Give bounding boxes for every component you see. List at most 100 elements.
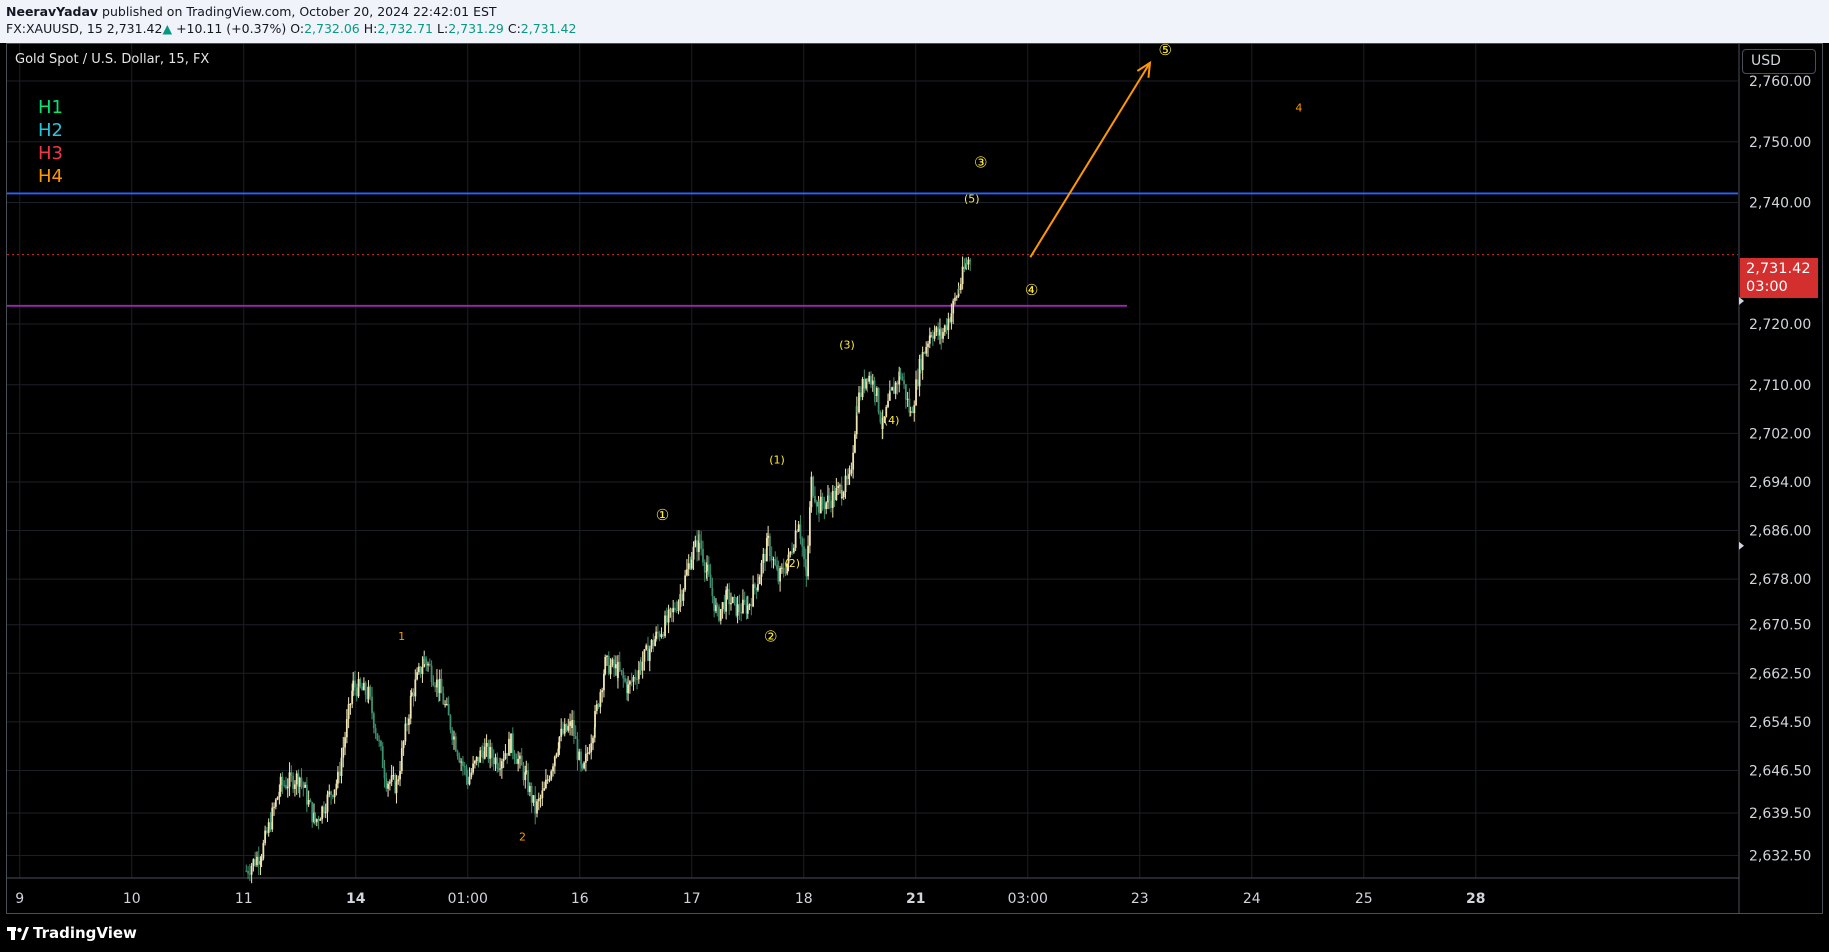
- candle-body: [746, 605, 749, 614]
- wave-label: (4): [884, 414, 900, 427]
- candle-body: [510, 733, 512, 753]
- wave-label: 4: [1295, 101, 1302, 114]
- candle-body: [808, 507, 811, 546]
- price-axis-label: 2,632.50: [1749, 849, 1811, 865]
- candle-body: [709, 574, 712, 588]
- candle-body: [609, 665, 612, 675]
- candle-body: [479, 750, 482, 763]
- candle-body: [460, 761, 463, 763]
- candle-body: [390, 775, 393, 782]
- candle-body: [930, 335, 932, 337]
- candle-body: [317, 819, 320, 821]
- candle-body: [527, 770, 529, 792]
- candle-body: [622, 671, 625, 679]
- candle-body: [489, 747, 492, 759]
- tradingview-logo[interactable]: TradingView: [7, 924, 137, 942]
- candle-body: [404, 723, 407, 742]
- candle-body: [444, 704, 446, 706]
- price-chart[interactable]: 1 2 ① ② (1) (2) (3) (4) (5) ③ ④ ⑤ 4 2,760.00 2,750.00 2…: [0, 0, 1829, 914]
- candle-body: [776, 565, 778, 570]
- candle-body: [769, 535, 771, 557]
- candle-body: [590, 743, 593, 753]
- candle-body: [852, 452, 855, 470]
- candle-body: [629, 681, 631, 685]
- candle-body: [438, 678, 441, 693]
- candle-body: [873, 380, 876, 395]
- candle-body: [335, 783, 338, 790]
- candle-body: [552, 766, 554, 772]
- candle-body: [430, 665, 433, 683]
- candle-body: [721, 602, 724, 610]
- legend-h2[interactable]: H2: [38, 119, 63, 142]
- candle-body: [696, 540, 699, 552]
- wave-label: (1): [769, 454, 785, 467]
- candle-body: [906, 398, 909, 400]
- candle-body: [899, 371, 902, 377]
- candle-body: [454, 736, 457, 752]
- wave-label: 2: [519, 830, 526, 843]
- candle-body: [807, 545, 809, 577]
- candle-body: [416, 672, 418, 680]
- candle-body: [784, 572, 787, 574]
- candle-body: [583, 762, 585, 769]
- candle-body: [294, 784, 296, 789]
- candle-body: [887, 400, 889, 407]
- candle-body: [349, 703, 352, 705]
- candle-body: [662, 634, 665, 637]
- candle-body: [770, 556, 773, 561]
- candle-body: [875, 387, 878, 396]
- candle-body: [758, 576, 761, 585]
- candle-body: [915, 379, 917, 406]
- candle-body: [367, 686, 370, 700]
- time-axis-label: 23: [1131, 891, 1149, 907]
- candle-body: [262, 842, 265, 859]
- candle-body: [355, 687, 358, 697]
- candle-body: [453, 736, 455, 740]
- time-axis-label: 16: [571, 891, 589, 907]
- candle-body: [408, 718, 410, 726]
- candle-body: [874, 394, 876, 396]
- candle-body: [828, 495, 831, 501]
- candle-body: [271, 807, 274, 830]
- candle-body: [473, 760, 476, 764]
- candle-body: [319, 819, 322, 821]
- candle-body: [525, 770, 528, 773]
- candle-body: [750, 604, 753, 607]
- candle-body: [891, 387, 894, 391]
- candle-body: [641, 661, 644, 671]
- candle-body: [940, 329, 943, 339]
- legend-h4[interactable]: H4: [38, 165, 63, 188]
- candle-body: [347, 704, 350, 720]
- candle-body: [955, 296, 958, 298]
- candle-body: [290, 772, 293, 776]
- candle-body: [331, 795, 334, 798]
- candle-body: [462, 761, 464, 766]
- candle-body: [636, 678, 638, 680]
- candle-body: [740, 611, 743, 614]
- candle-body: [550, 771, 553, 780]
- price-axis-label: 2,686.00: [1749, 524, 1811, 540]
- candle-body: [719, 609, 722, 621]
- candle-body: [792, 547, 795, 553]
- time-axis-label: 11: [235, 891, 253, 907]
- candle-body: [632, 676, 635, 682]
- currency-button[interactable]: USD: [1742, 49, 1816, 74]
- candle-body: [854, 434, 856, 453]
- candle-body: [412, 692, 415, 697]
- candle-body: [764, 553, 766, 562]
- candle-body: [502, 758, 505, 762]
- candle-body: [428, 663, 431, 666]
- candle-body: [548, 779, 551, 781]
- candle-body: [841, 497, 843, 499]
- legend-h1[interactable]: H1: [38, 96, 63, 119]
- legend-h3[interactable]: H3: [38, 142, 63, 165]
- candle-body: [943, 325, 946, 333]
- axis-marker: [1739, 541, 1744, 550]
- candle-body: [369, 686, 372, 697]
- candle-body: [748, 604, 751, 606]
- candle-body: [667, 609, 670, 623]
- candle-body: [278, 791, 281, 798]
- candle-body: [273, 806, 275, 808]
- candle-body: [342, 747, 345, 758]
- tradingview-logo-icon: [7, 926, 29, 940]
